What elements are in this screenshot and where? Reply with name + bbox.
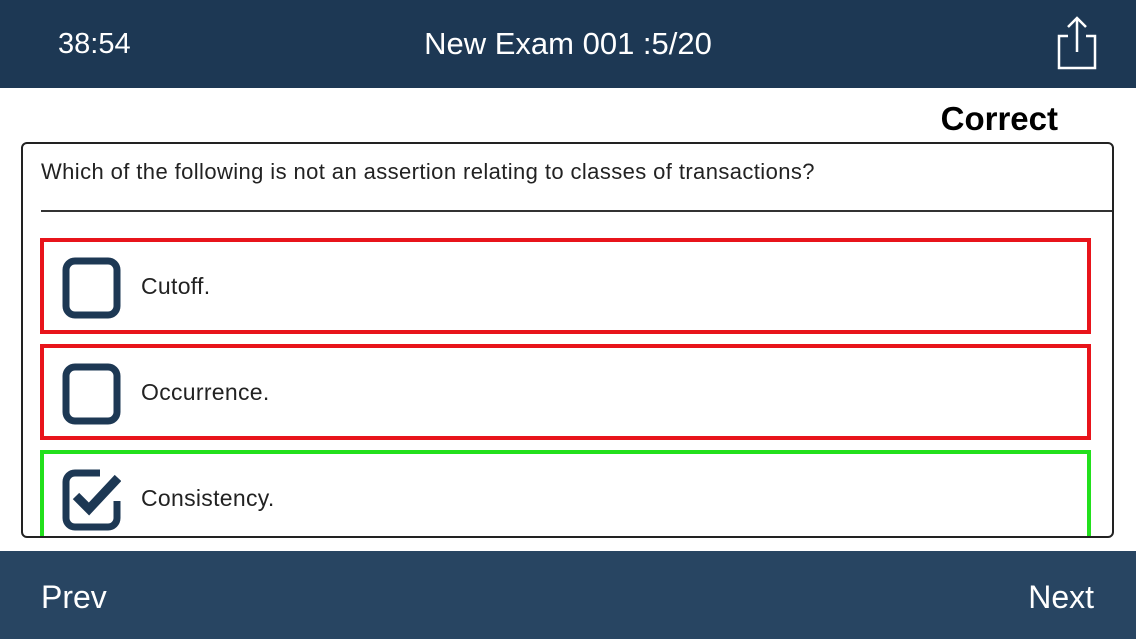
option-label: Consistency. bbox=[141, 485, 275, 511]
checkbox-unchecked-icon[interactable] bbox=[62, 363, 121, 425]
share-icon-graphic bbox=[1057, 16, 1097, 70]
question-card: Which of the following is not an asserti… bbox=[21, 142, 1114, 538]
checkbox-checked-icon[interactable] bbox=[62, 469, 121, 531]
option-label: Cutoff. bbox=[141, 273, 211, 299]
next-button[interactable]: Next bbox=[1028, 577, 1094, 617]
footer-bar: Prev Next bbox=[0, 551, 1136, 639]
answer-option-consistency[interactable]: Consistency. bbox=[40, 450, 1091, 536]
question-text: Which of the following is not an asserti… bbox=[41, 159, 815, 184]
answer-option-occurrence[interactable]: Occurrence. bbox=[40, 344, 1091, 440]
option-label: Occurrence. bbox=[141, 379, 270, 405]
answer-status: Correct bbox=[940, 100, 1058, 137]
exam-title: New Exam 001 :5/20 bbox=[424, 26, 712, 61]
checkbox-unchecked-icon[interactable] bbox=[62, 257, 121, 319]
prev-button[interactable]: Prev bbox=[41, 577, 107, 617]
divider bbox=[41, 210, 1112, 212]
header-bar: 38:54 New Exam 001 :5/20 bbox=[0, 0, 1136, 88]
answer-option-cutoff[interactable]: Cutoff. bbox=[40, 238, 1091, 334]
share-icon[interactable] bbox=[1051, 12, 1103, 72]
